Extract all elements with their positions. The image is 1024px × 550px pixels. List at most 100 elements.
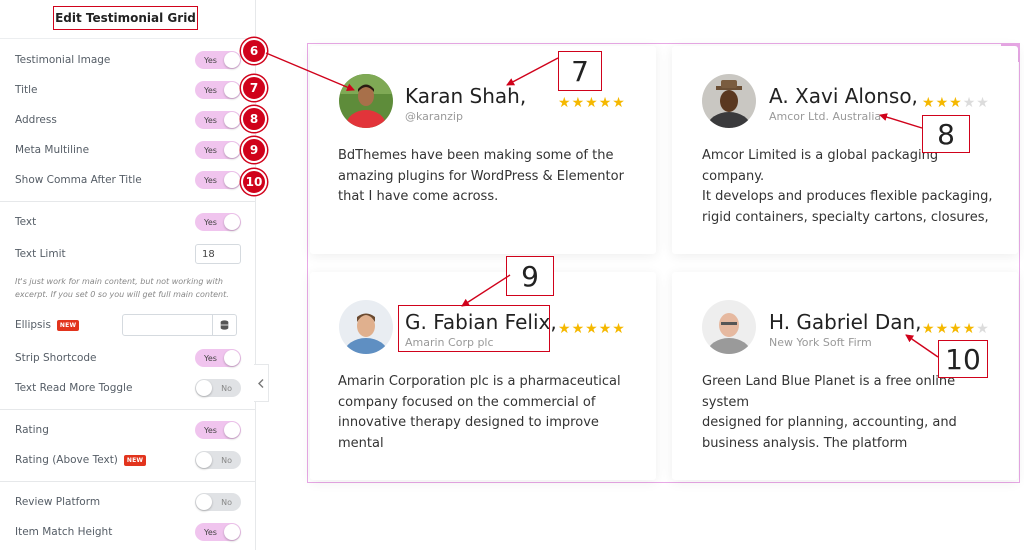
star-icon: ★: [962, 320, 976, 336]
testimonial-address: Amcor Ltd. Australia: [769, 110, 882, 123]
star-icon: ★: [585, 94, 598, 110]
ellipsis-label: Ellipsis NEW: [15, 319, 80, 331]
testimonial-name: A. Xavi Alonso,: [769, 84, 918, 108]
item-match-height-toggle[interactable]: Yes: [195, 523, 241, 541]
toggle-knob: [224, 422, 240, 438]
rating-toggle[interactable]: Yes: [195, 421, 241, 439]
row-rating: Rating Yes: [15, 420, 241, 440]
chevron-left-icon[interactable]: [254, 364, 269, 402]
row-item-match-height: Item Match Height Yes: [15, 522, 241, 542]
star-icon: ★: [571, 320, 585, 336]
toggle-knob: [224, 214, 240, 230]
testimonial-image-toggle[interactable]: Yes: [195, 51, 241, 69]
database-icon[interactable]: [212, 315, 236, 335]
panel-title: Edit Testimonial Grid: [53, 6, 198, 30]
show-comma-label: Show Comma After Title: [15, 174, 142, 186]
title-toggle[interactable]: Yes: [195, 81, 241, 99]
star-icon: ★: [962, 94, 976, 110]
rating-label: Rating: [15, 424, 49, 436]
rating-above-toggle[interactable]: No: [195, 451, 241, 469]
text-line: Green Land Blue Planet is a free online …: [702, 374, 956, 410]
toggle-text: No: [221, 383, 232, 393]
star-icon: ★: [558, 320, 571, 336]
address-label: Address: [15, 114, 57, 126]
divider: [0, 38, 256, 39]
text-limit-input[interactable]: 18: [195, 244, 241, 264]
text-line: amazing plugins for WordPress & Elemento…: [338, 168, 624, 184]
marker-7: 7: [241, 75, 267, 101]
marker-6: 6: [241, 38, 267, 64]
text-line: company focused on the commercial of: [338, 394, 596, 410]
callout-9: 9: [506, 256, 554, 296]
avatar: [339, 300, 393, 354]
title-label: Title: [15, 84, 38, 96]
toggle-text: Yes: [204, 425, 217, 435]
text-toggle[interactable]: Yes: [195, 213, 241, 231]
toggle-knob: [196, 380, 212, 396]
testimonial-card: G. Fabian Felix, Amarin Corp plc ★ ★ ★ ★ ★ A…: [310, 272, 656, 480]
row-title: Title Yes: [15, 80, 241, 100]
row-meta-multiline: Meta Multiline Yes: [15, 140, 241, 160]
meta-multiline-toggle[interactable]: Yes: [195, 141, 241, 159]
testimonial-address: @karanzip: [405, 110, 463, 123]
row-text: Text Yes: [15, 212, 241, 232]
text-line: designed for planning, accounting, and: [702, 415, 957, 430]
star-icon: ★: [571, 94, 585, 110]
review-platform-label: Review Platform: [15, 496, 101, 508]
star-icon: ★: [612, 94, 625, 110]
divider: [0, 409, 256, 410]
strip-shortcode-label: Strip Shortcode: [15, 352, 97, 364]
show-comma-toggle[interactable]: Yes: [195, 171, 241, 189]
toggle-knob: [224, 52, 240, 68]
new-badge: NEW: [56, 319, 80, 331]
toggle-text: Yes: [204, 85, 217, 95]
text-label: Text: [15, 216, 37, 228]
divider: [0, 201, 256, 202]
row-address: Address Yes: [15, 110, 241, 130]
star-icon: ★: [949, 94, 962, 110]
testimonial-text: BdThemes have been making some of the am…: [338, 146, 638, 208]
avatar: [339, 74, 393, 128]
rating-stars: ★ ★ ★ ★ ★: [922, 95, 989, 109]
read-more-toggle-switch[interactable]: No: [195, 379, 241, 397]
text-limit-note: It's just work for main content, but not…: [15, 277, 229, 299]
toggle-text: Yes: [204, 217, 217, 227]
rating-above-label-text: Rating (Above Text): [15, 454, 118, 466]
star-icon: ★: [598, 94, 612, 110]
callout-7: 7: [558, 51, 602, 91]
toggle-text: No: [221, 497, 232, 507]
editor-screen: Edit Testimonial Grid Testimonial Image …: [0, 0, 1024, 550]
address-toggle[interactable]: Yes: [195, 111, 241, 129]
toggle-text: Yes: [204, 527, 217, 537]
marker-9: 9: [241, 137, 267, 163]
star-icon: ★: [949, 320, 962, 336]
star-icon: ★: [976, 94, 989, 110]
rating-above-label: Rating (Above Text) NEW: [15, 454, 147, 466]
ellipsis-input[interactable]: [122, 314, 237, 336]
testimonial-text: Green Land Blue Planet is a free online …: [702, 372, 1002, 454]
ellipsis-label-text: Ellipsis: [15, 319, 51, 331]
row-show-comma: Show Comma After Title Yes: [15, 170, 241, 190]
row-testimonial-image: Testimonial Image Yes: [15, 50, 241, 70]
testimonial-text: Amarin Corporation plc is a pharmaceutic…: [338, 372, 638, 454]
row-review-platform: Review Platform No: [15, 492, 241, 512]
strip-shortcode-toggle[interactable]: Yes: [195, 349, 241, 367]
text-line: business analysis. The platform: [702, 435, 908, 451]
toggle-knob: [196, 494, 212, 510]
testimonial-image-label: Testimonial Image: [15, 54, 111, 66]
text-line: that I have come across.: [338, 189, 499, 204]
testimonial-text: Amcor Limited is a global packaging comp…: [702, 146, 1002, 228]
text-line: Amarin Corporation plc is a pharmaceutic…: [338, 374, 621, 389]
callout-10: 10: [938, 340, 988, 378]
star-icon: ★: [922, 320, 935, 336]
star-icon: ★: [935, 94, 949, 110]
rating-stars: ★ ★ ★ ★ ★: [558, 95, 625, 109]
meta-multiline-label: Meta Multiline: [15, 144, 90, 156]
review-platform-toggle[interactable]: No: [195, 493, 241, 511]
toggle-knob: [224, 112, 240, 128]
toggle-knob: [196, 452, 212, 468]
rating-stars: ★ ★ ★ ★ ★: [558, 321, 625, 335]
new-badge: NEW: [123, 454, 147, 466]
star-icon: ★: [558, 94, 571, 110]
rating-stars: ★ ★ ★ ★ ★: [922, 321, 989, 335]
